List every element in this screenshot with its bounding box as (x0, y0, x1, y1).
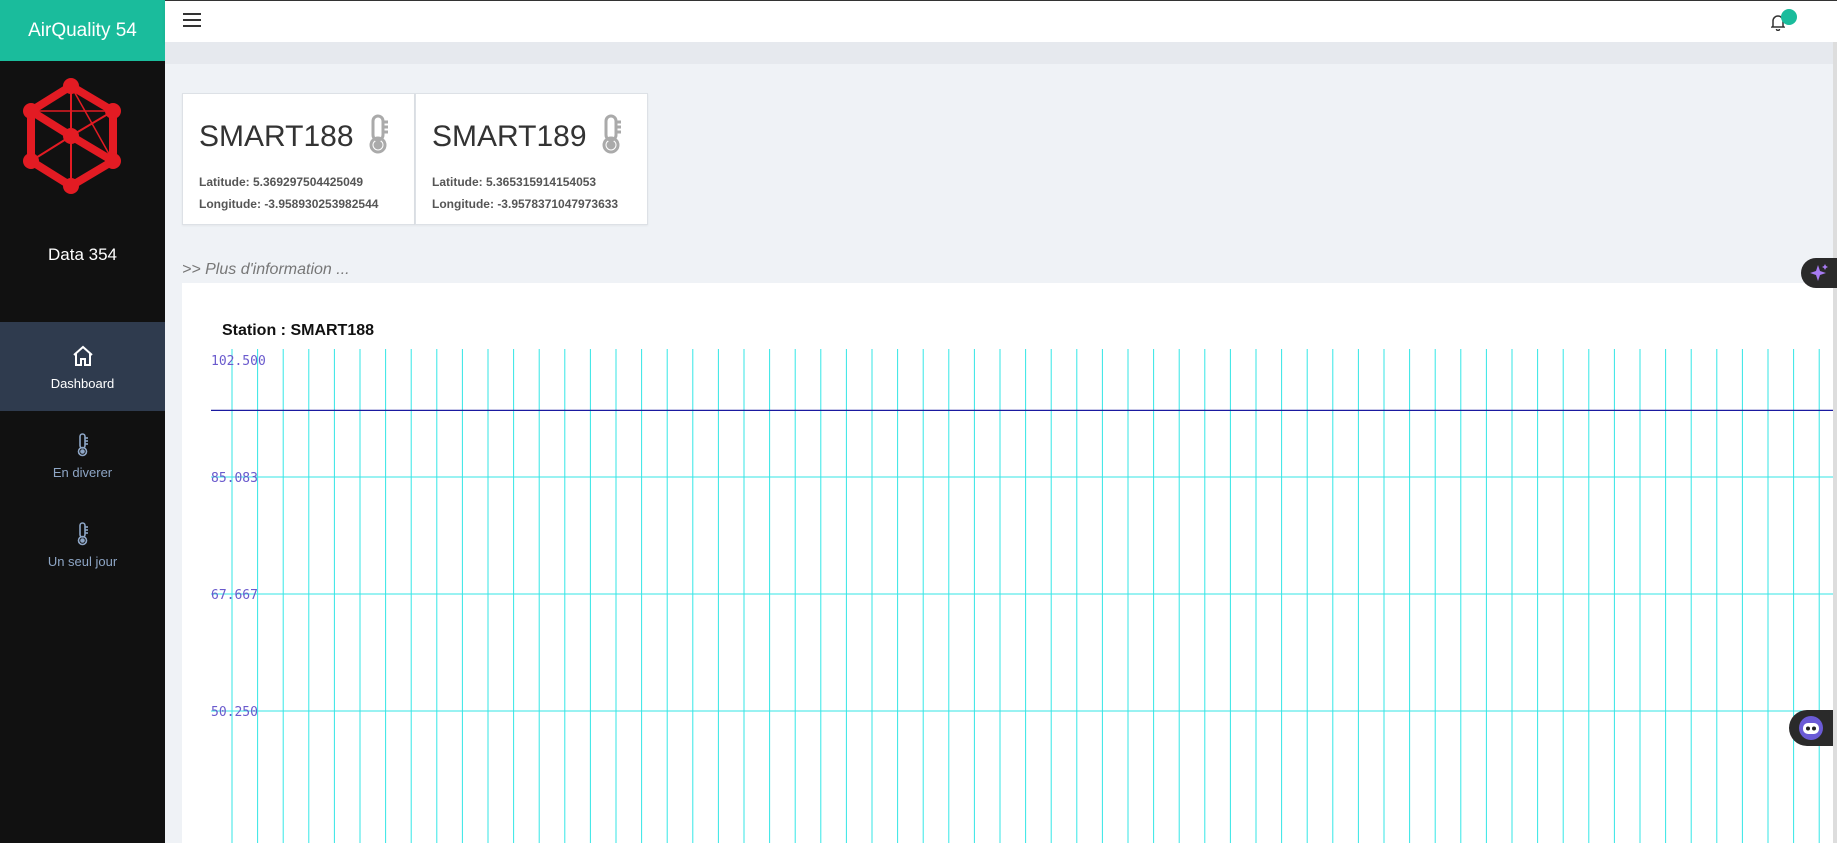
station-name: SMART188 (199, 119, 354, 153)
page-scrollbar[interactable] (1833, 42, 1837, 843)
sidebar-item-un-seul-jour[interactable]: Un seul jour (0, 500, 165, 589)
station-cards: SMART188 Latitude: 5.369297504425049 Lon… (182, 93, 648, 225)
robot-face-icon (1799, 716, 1823, 740)
station-card[interactable]: SMART189 Latitude: 5.365315914154053 Lon… (415, 93, 648, 225)
thermometer-icon (366, 114, 390, 159)
sidebar-item-label: Un seul jour (47, 554, 118, 569)
sidebar-item-label: En diverer (52, 465, 113, 480)
chart-title: Station : SMART188 (222, 322, 375, 339)
sidebar-item-label: Dashboard (50, 376, 115, 391)
y-tick-label: 85.083 (211, 471, 258, 486)
station-longitude: Longitude: -3.958930253982544 (199, 197, 379, 211)
station-longitude: Longitude: -3.9578371047973633 (432, 197, 619, 211)
sidebar-item-dashboard[interactable]: Dashboard (0, 322, 165, 411)
logo (0, 61, 165, 231)
home-icon (71, 342, 95, 370)
sidebar: AirQuality 54 Data 354 Dashboard En dive… (0, 0, 165, 843)
ai-assistant-button[interactable] (1801, 258, 1837, 288)
top-bar (165, 0, 1837, 42)
notification-badge (1781, 9, 1797, 25)
y-tick-label: 67.667 (211, 588, 258, 603)
sidebar-nav: Dashboard En diverer Un seul jour (0, 322, 165, 589)
chart-panel: 102.500 85.083 67.667 50.250 Station : SMAR… (182, 283, 1837, 843)
y-tick-label: 50.250 (211, 705, 258, 720)
chatbot-button[interactable] (1789, 710, 1833, 746)
line-chart: 102.500 85.083 67.667 50.250 (211, 349, 1837, 843)
station-latitude: Latitude: 5.365315914154053 (432, 175, 597, 189)
y-tick-label: 102.500 (211, 354, 266, 369)
sidebar-item-en-diverer[interactable]: En diverer (0, 411, 165, 500)
sidebar-subtitle: Data 354 (48, 245, 117, 264)
thermometer-icon (76, 520, 90, 548)
app-title[interactable]: AirQuality 54 (0, 0, 165, 61)
station-name: SMART189 (432, 119, 587, 153)
more-info-link[interactable]: >> Plus d'information ... (182, 261, 350, 279)
thermometer-icon (599, 114, 623, 159)
bell-icon[interactable] (1770, 9, 1797, 33)
sparkle-icon (1810, 264, 1828, 281)
station-card[interactable]: SMART188 Latitude: 5.369297504425049 Lon… (182, 93, 415, 225)
sub-header-strip (165, 42, 1837, 64)
hamburger-icon[interactable] (183, 13, 201, 27)
hexagon-network-logo (22, 78, 121, 194)
station-latitude: Latitude: 5.369297504425049 (199, 175, 364, 189)
thermometer-icon (76, 431, 90, 459)
